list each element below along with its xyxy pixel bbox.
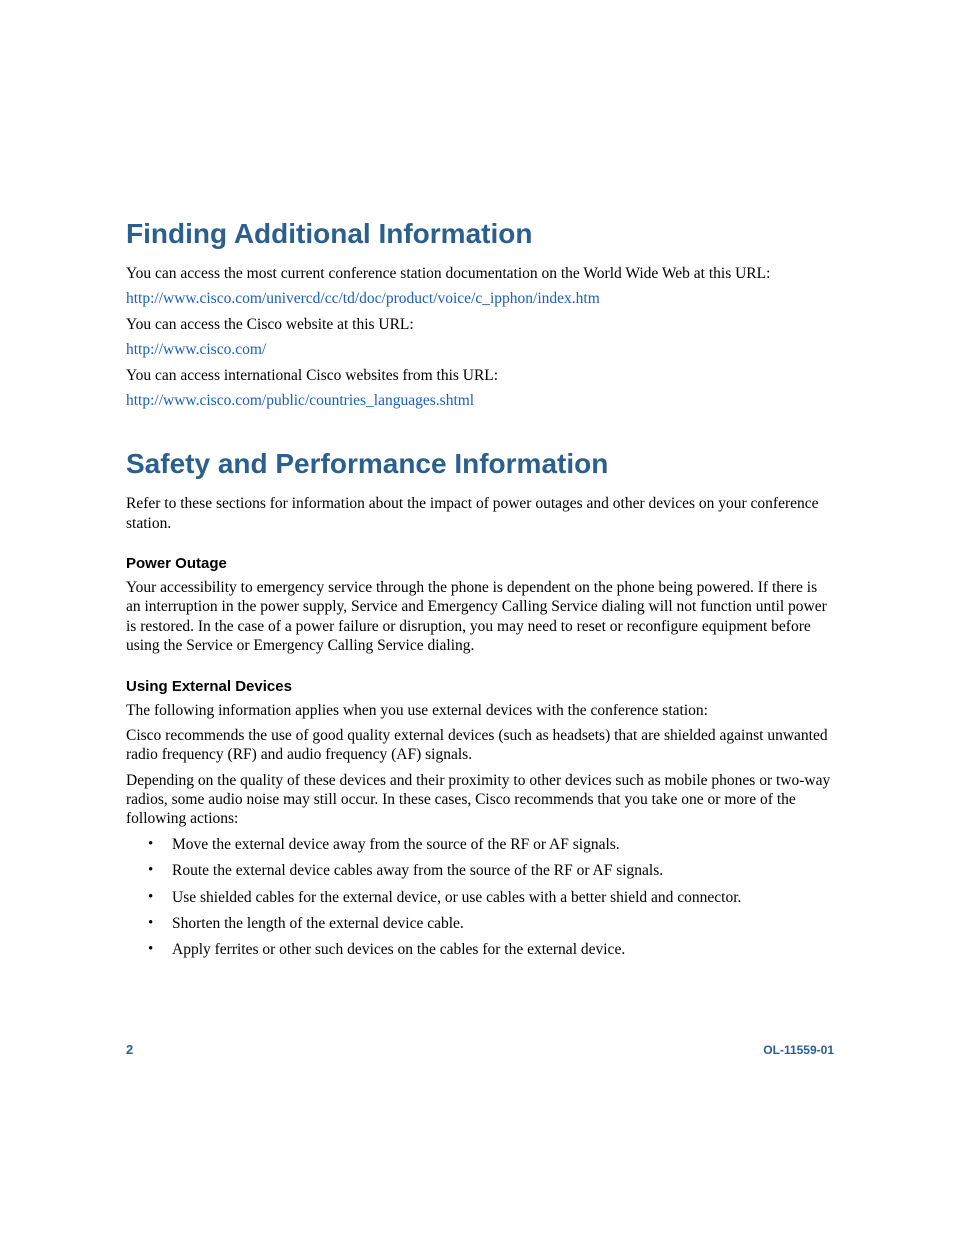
heading-finding-info: Finding Additional Information — [126, 218, 834, 250]
list-item: Apply ferrites or other such devices on … — [126, 940, 834, 959]
body-text: Depending on the quality of these device… — [126, 771, 834, 829]
body-text: The following information applies when y… — [126, 701, 834, 720]
link-documentation[interactable]: http://www.cisco.com/univercd/cc/td/doc/… — [126, 289, 834, 308]
body-text: Refer to these sections for information … — [126, 494, 834, 533]
heading-safety-info: Safety and Performance Information — [126, 448, 834, 480]
document-id: OL-11559-01 — [763, 1043, 834, 1057]
document-page: Finding Additional Information You can a… — [0, 0, 954, 1235]
link-cisco-home[interactable]: http://www.cisco.com/ — [126, 340, 834, 359]
subheading-external-devices: Using External Devices — [126, 678, 834, 695]
page-number: 2 — [126, 1042, 133, 1057]
page-footer: 2 OL-11559-01 — [126, 1042, 834, 1057]
body-text: You can access international Cisco websi… — [126, 366, 834, 385]
list-item: Shorten the length of the external devic… — [126, 914, 834, 933]
body-text: Cisco recommends the use of good quality… — [126, 726, 834, 765]
list-item: Move the external device away from the s… — [126, 835, 834, 854]
list-item: Use shielded cables for the external dev… — [126, 888, 834, 907]
bullet-list: Move the external device away from the s… — [126, 835, 834, 960]
list-item: Route the external device cables away fr… — [126, 861, 834, 880]
body-text: You can access the Cisco website at this… — [126, 315, 834, 334]
link-international[interactable]: http://www.cisco.com/public/countries_la… — [126, 391, 834, 410]
body-text: Your accessibility to emergency service … — [126, 578, 834, 656]
subheading-power-outage: Power Outage — [126, 555, 834, 572]
body-text: You can access the most current conferen… — [126, 264, 834, 283]
